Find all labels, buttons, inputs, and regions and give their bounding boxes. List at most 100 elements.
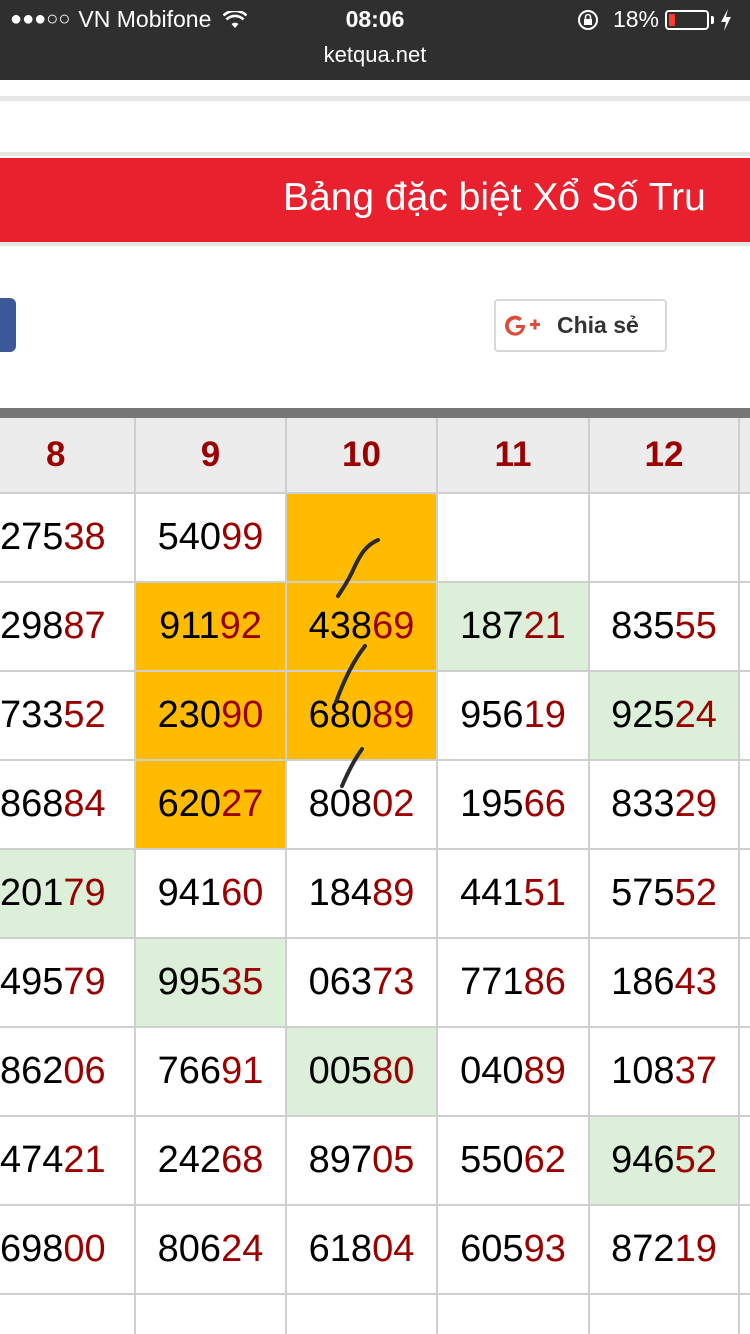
- number-tail: 21: [523, 605, 566, 647]
- number-head: 575: [611, 872, 675, 914]
- number-head: 230: [157, 694, 222, 736]
- number-head: 806: [157, 1228, 222, 1270]
- result-cell: [590, 1295, 740, 1334]
- number-head: 063: [308, 961, 373, 1003]
- number-tail: 52: [674, 872, 717, 914]
- number-head: 872: [611, 1228, 675, 1270]
- number-tail: 62: [523, 1139, 566, 1181]
- result-cell: 040 89: [438, 1028, 590, 1117]
- result-cell-overflow: [740, 672, 750, 761]
- number-tail: 89: [523, 1050, 566, 1092]
- table-top-border: [0, 408, 750, 418]
- result-cell: 680 89: [287, 672, 438, 761]
- result-cell: 495 79: [0, 939, 136, 1028]
- result-cell: 242 68: [136, 1117, 287, 1206]
- number-head: 835: [611, 605, 675, 647]
- result-cell: 620 27: [136, 761, 287, 850]
- result-cell: [136, 1295, 287, 1334]
- number-tail: 60: [221, 872, 264, 914]
- number-tail: 79: [63, 961, 106, 1003]
- result-cell: 108 37: [590, 1028, 740, 1117]
- number-head: 540: [157, 516, 222, 558]
- result-cell: 187 21: [438, 583, 590, 672]
- result-cell: 275 38: [0, 494, 136, 583]
- result-cell: 862 06: [0, 1028, 136, 1117]
- number-tail: 51: [523, 872, 566, 914]
- result-cell: 201 79: [0, 850, 136, 939]
- divider: [0, 96, 750, 101]
- number-head: 911: [159, 605, 220, 647]
- number-head: 201: [0, 872, 64, 914]
- number-tail: 79: [63, 872, 106, 914]
- result-cell: 184 89: [287, 850, 438, 939]
- divider: [0, 242, 750, 246]
- result-cell: 618 04: [287, 1206, 438, 1295]
- result-cell: 835 55: [590, 583, 740, 672]
- column-header: 11: [438, 418, 590, 494]
- charging-bolt-icon: [721, 8, 731, 31]
- number-head: 441: [460, 872, 524, 914]
- result-cell: 806 24: [136, 1206, 287, 1295]
- number-tail: 92: [219, 605, 262, 647]
- number-head: 108: [611, 1050, 675, 1092]
- number-head: 605: [460, 1228, 524, 1270]
- status-bar: ●●●○○ VN Mobifone 08:06 18% ketqua.net: [0, 0, 750, 80]
- result-cell-overflow: [740, 1117, 750, 1206]
- number-tail: 99: [221, 516, 264, 558]
- result-cell: 698 00: [0, 1206, 136, 1295]
- number-tail: 87: [63, 605, 106, 647]
- number-head: 495: [0, 961, 64, 1003]
- result-cell-overflow: [740, 1295, 750, 1334]
- number-tail: 00: [63, 1228, 106, 1270]
- number-head: 184: [308, 872, 373, 914]
- number-head: 618: [308, 1228, 373, 1270]
- result-cell: 298 87: [0, 583, 136, 672]
- number-head: 698: [0, 1228, 64, 1270]
- address-bar-url[interactable]: ketqua.net: [0, 42, 750, 68]
- number-tail: 68: [221, 1139, 264, 1181]
- result-cell: 186 43: [590, 939, 740, 1028]
- result-cell: 575 52: [590, 850, 740, 939]
- number-head: 620: [157, 783, 222, 825]
- number-tail: 29: [674, 783, 717, 825]
- result-cell: 766 91: [136, 1028, 287, 1117]
- number-tail: 89: [372, 872, 415, 914]
- google-plus-share-button[interactable]: Chia sẻ: [494, 299, 667, 352]
- result-cell: 005 80: [287, 1028, 438, 1117]
- result-cell: 605 93: [438, 1206, 590, 1295]
- facebook-share-button[interactable]: [0, 298, 16, 352]
- number-head: 925: [611, 694, 675, 736]
- number-head: 862: [0, 1050, 64, 1092]
- result-cell: 063 73: [287, 939, 438, 1028]
- battery-tip: [711, 15, 714, 24]
- column-header: 9: [136, 418, 287, 494]
- google-plus-icon: [505, 315, 540, 336]
- number-tail: 66: [523, 783, 566, 825]
- result-cell: 808 02: [287, 761, 438, 850]
- share-label: Chia sẻ: [557, 312, 639, 338]
- number-head: 680: [308, 694, 373, 736]
- result-cell-overflow: [740, 583, 750, 672]
- number-head: 550: [460, 1139, 524, 1181]
- number-tail: 24: [221, 1228, 264, 1270]
- result-cell: 956 19: [438, 672, 590, 761]
- number-head: 242: [157, 1139, 222, 1181]
- result-cell: [287, 1295, 438, 1334]
- page-banner: Bảng đặc biệt Xổ Số Tru: [0, 158, 750, 242]
- result-cell-overflow: [740, 761, 750, 850]
- number-head: 771: [460, 961, 524, 1003]
- number-tail: 84: [63, 783, 106, 825]
- number-head: 005: [308, 1050, 373, 1092]
- result-cell: 833 29: [590, 761, 740, 850]
- number-head: 897: [308, 1139, 373, 1181]
- number-head: 941: [157, 872, 222, 914]
- number-tail: 05: [372, 1139, 415, 1181]
- result-cell-overflow: [740, 1206, 750, 1295]
- number-head: 040: [460, 1050, 524, 1092]
- number-head: 187: [460, 605, 524, 647]
- number-tail: 38: [63, 516, 106, 558]
- number-head: 808: [308, 783, 373, 825]
- result-cell: 911 92: [136, 583, 287, 672]
- result-cell: [590, 494, 740, 583]
- result-cell: 474 21: [0, 1117, 136, 1206]
